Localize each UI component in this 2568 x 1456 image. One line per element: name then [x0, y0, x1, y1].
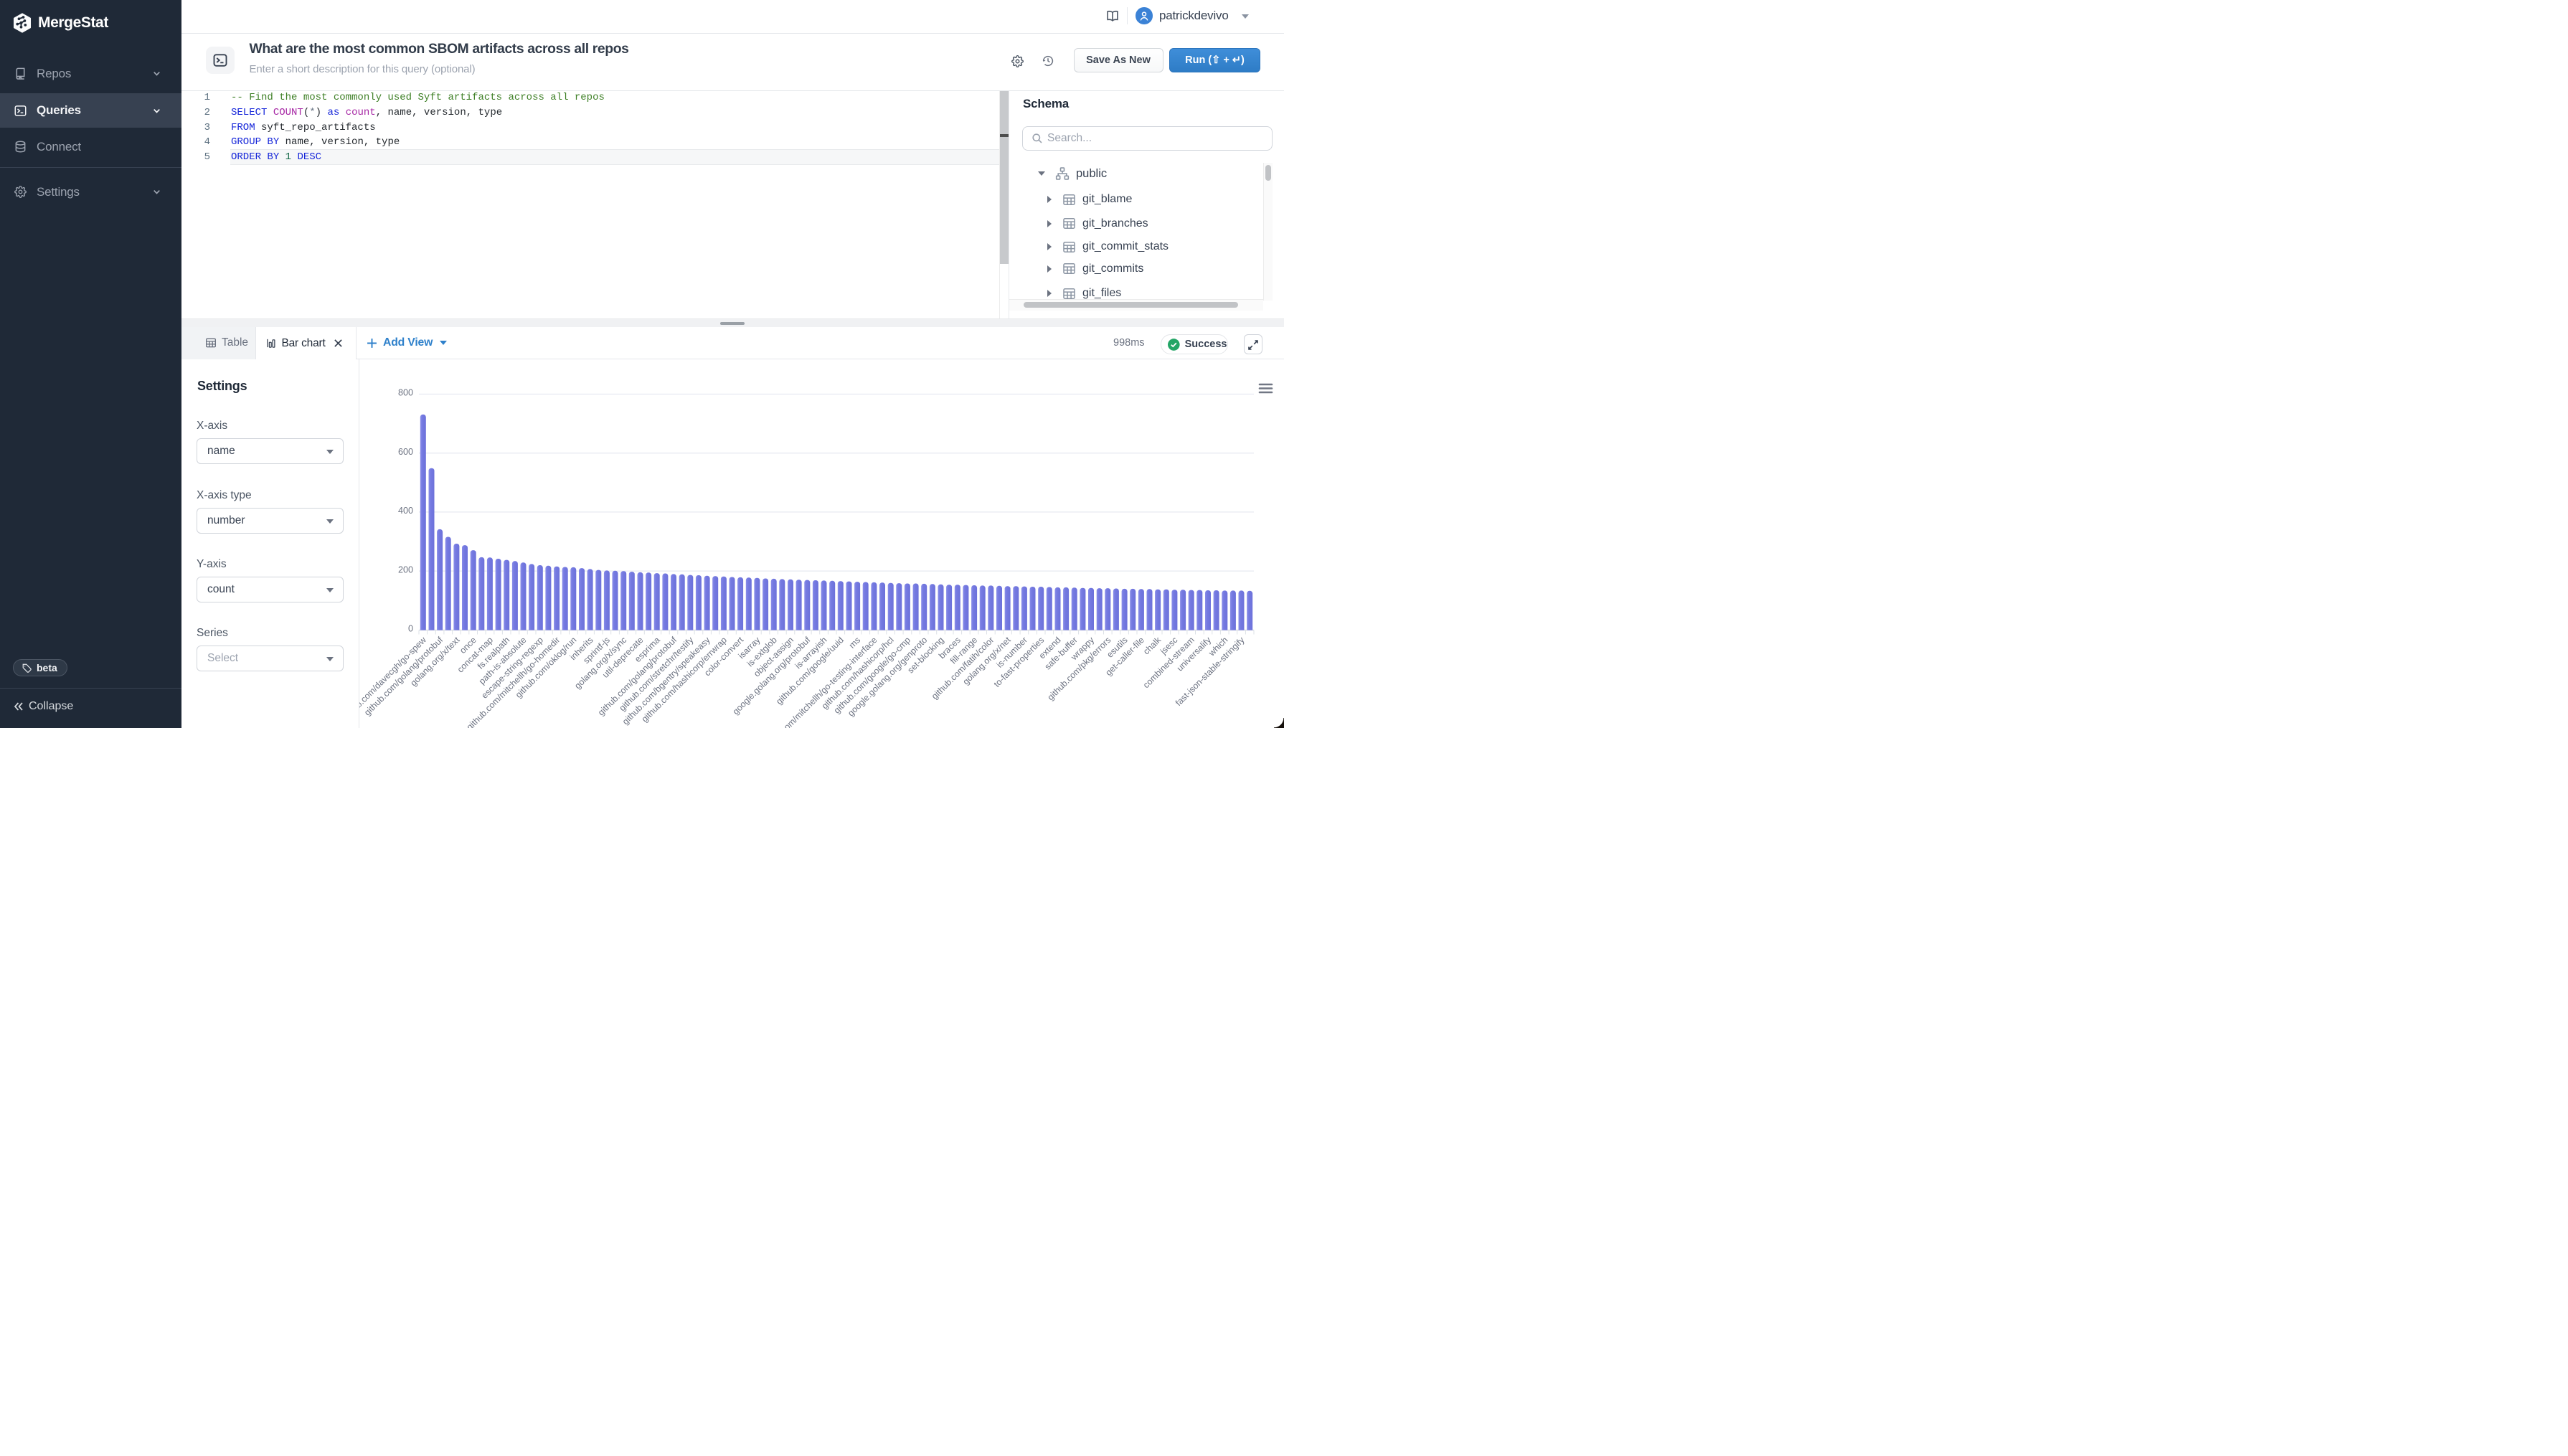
- svg-text:github.com/golang/protobuf: github.com/golang/protobuf: [362, 634, 445, 717]
- svg-text:0: 0: [407, 623, 412, 633]
- svg-text:600: 600: [397, 446, 412, 456]
- svg-text:chalk: chalk: [1141, 634, 1163, 656]
- svg-text:400: 400: [397, 506, 412, 516]
- svg-text:800: 800: [397, 387, 412, 397]
- svg-text:200: 200: [397, 564, 412, 575]
